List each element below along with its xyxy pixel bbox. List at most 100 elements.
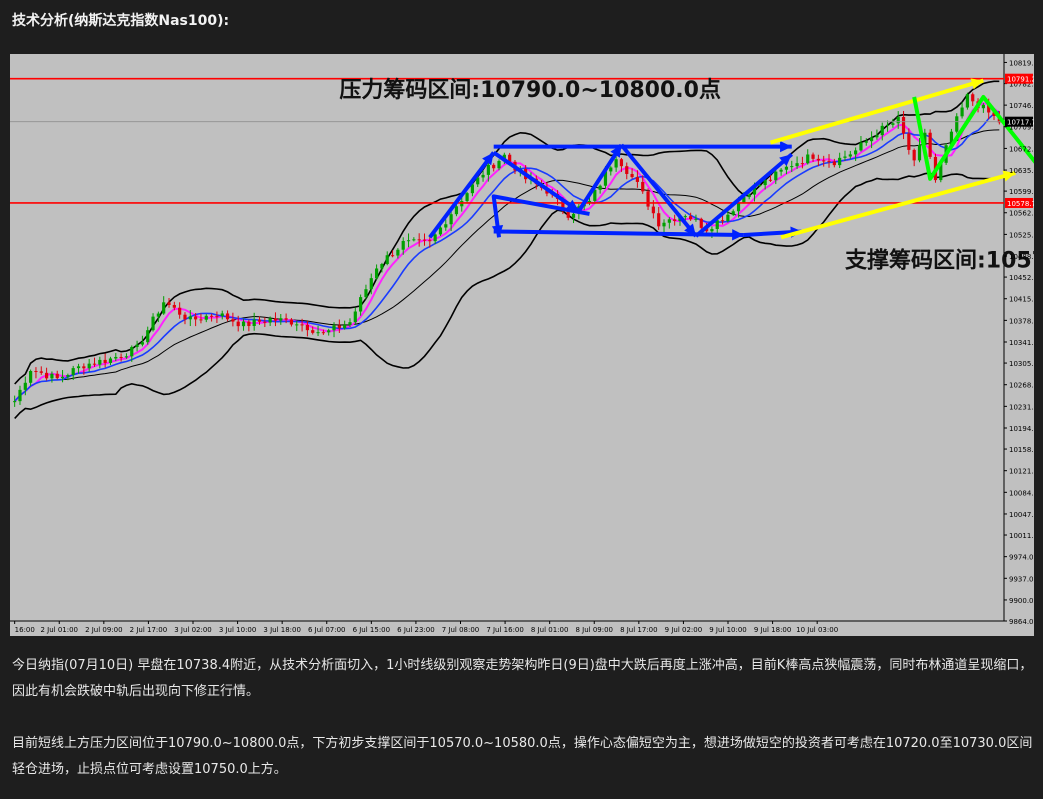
x-tick-label: 6 Jul 23:00 [397,626,435,634]
candle-body [646,191,650,207]
candle-body [625,166,629,174]
y-tick-label: 10341.0 [1009,339,1034,347]
candle-body [901,117,906,134]
candle-body [859,142,863,151]
candle-body [316,332,320,334]
candle-body [114,356,118,359]
candle-body [252,319,256,327]
candle-body [343,324,347,329]
y-tick-label: 9900.0 [1009,597,1034,605]
candle-body [156,313,160,317]
candle-body [630,173,634,178]
plot-background [10,54,1034,636]
candle-body [444,224,448,228]
y-tick-label: 10819.0 [1009,59,1034,67]
candle-body [822,160,826,162]
candle-body [667,219,671,223]
candle-body [364,289,368,298]
candle-body [374,268,379,279]
candle-body [635,177,640,182]
y-tick-label: 10231.0 [1009,403,1034,411]
y-tick-label: 10011.0 [1009,532,1034,540]
candle-body [869,137,874,142]
candle-body [305,324,310,331]
candle-body [854,150,858,155]
candle-body [23,382,27,390]
candle-body [720,220,725,222]
y-tick-label: 9974.0 [1009,554,1034,562]
candle-body [55,373,59,379]
candle-body [396,249,400,256]
candle-body [843,156,847,158]
y-tick-label: 10599.0 [1009,188,1034,196]
candle-body [827,160,831,162]
candle-body [66,375,70,377]
candle-body [220,313,224,317]
chart-svg: 压力筹码区间:10790.0~10800.0点支撑筹码区间:10570.0~10… [10,54,1043,636]
candle-body [800,163,805,165]
x-tick-label: 6 Jul 07:00 [308,626,346,634]
candle-body [598,185,602,190]
candle-body [231,319,235,322]
y-tick-label: 10672.0 [1009,145,1034,153]
candle-body [273,318,278,321]
candle-body [337,325,341,329]
candle-body [875,135,879,138]
candle-body [172,304,176,308]
y-tick-label: 10047.0 [1009,511,1034,519]
candle-body [162,302,166,314]
price-label: 10717.7 [1007,119,1034,127]
candle-body [912,149,916,161]
candle-body [390,255,395,257]
x-tick-label: 7 Jul 08:00 [442,626,480,634]
x-tick-label: 6 Jul 15:00 [353,626,391,634]
candle-body [332,325,336,331]
y-tick-label: 10488.0 [1009,253,1034,261]
candle-body [311,330,315,333]
candle-body [683,216,687,218]
candle-body [369,278,373,290]
candle-body [209,315,214,317]
candle-body [848,154,852,157]
candle-body [130,346,134,357]
candle-body [380,264,384,269]
candle-body [832,161,836,166]
candle-body [82,366,86,369]
candle-body [50,373,54,379]
x-tick-label: 16:00 [15,626,35,634]
candle-body [29,371,33,383]
candle-body [146,330,150,343]
candle-body [907,133,911,150]
candle-body [348,322,352,325]
candle-body [119,356,123,358]
candle-body [768,179,773,181]
candle-body [454,206,459,215]
candle-body [699,218,703,228]
x-tick-label: 9 Jul 18:00 [754,626,792,634]
candle-body [726,214,730,221]
candle-body [135,344,139,347]
candle-body [891,123,895,125]
candle-body [247,321,251,327]
candle-body [811,154,815,159]
candle-body [619,159,624,167]
y-tick-label: 10378.0 [1009,317,1034,325]
candle-body [194,316,198,320]
x-tick-label: 2 Jul 09:00 [85,626,123,634]
candle-body [838,157,842,166]
candle-body [486,164,490,175]
candle-body [13,401,17,403]
candle-body [790,166,794,168]
candle-body [614,159,618,168]
y-tick-label: 10194.0 [1009,425,1034,433]
candle-body [795,163,799,167]
candle-body [279,318,283,321]
candle-body [806,154,810,164]
candle-body [241,321,246,327]
candle-body [44,372,49,379]
candle-body [178,307,182,315]
y-tick-label: 10268.0 [1009,382,1034,390]
candle-body [784,166,789,170]
y-tick-label: 10121.0 [1009,468,1034,476]
candle-body [124,356,129,358]
